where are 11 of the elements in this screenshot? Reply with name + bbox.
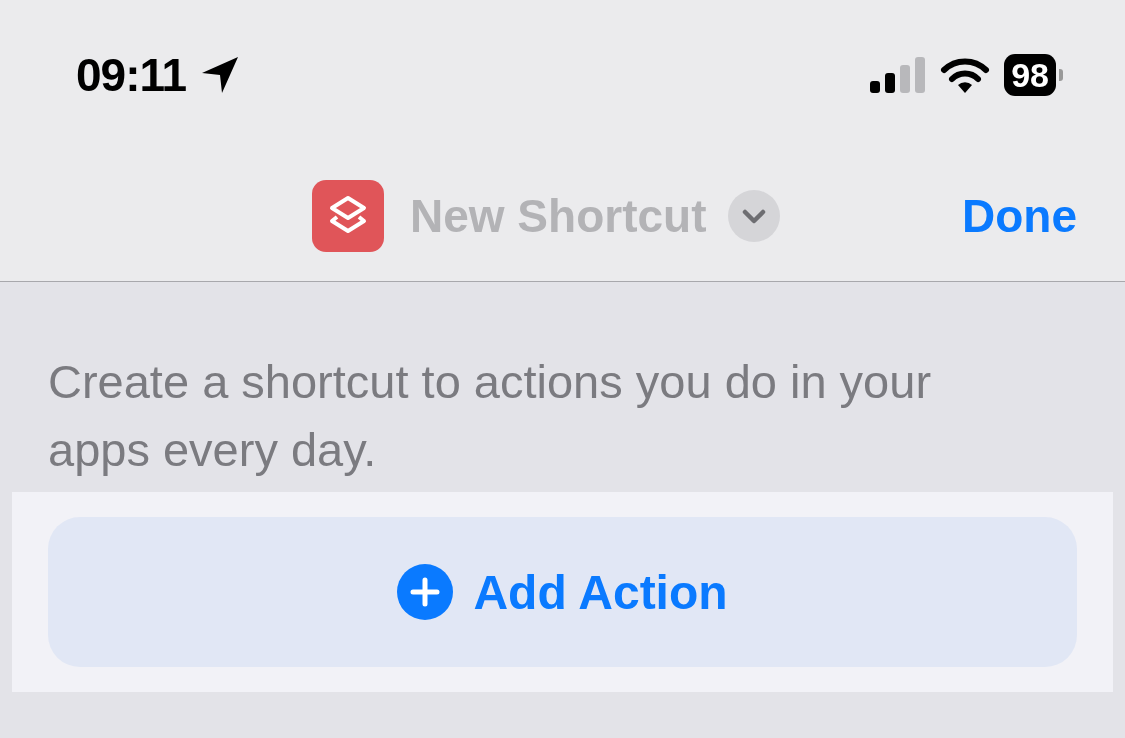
location-arrow-icon xyxy=(200,55,241,95)
description-text: Create a shortcut to actions you do in your apps every day. xyxy=(47,354,933,478)
shortcut-title[interactable]: New Shortcut xyxy=(410,188,707,243)
shortcuts-app-icon[interactable] xyxy=(312,179,384,252)
done-button[interactable]: Done xyxy=(962,188,1077,243)
signal-icon xyxy=(870,57,927,93)
status-time: 09:11 xyxy=(76,48,187,102)
wifi-icon xyxy=(940,57,991,93)
plus-icon xyxy=(397,564,454,620)
chevron-down-icon[interactable] xyxy=(728,189,781,242)
add-action-button[interactable]: Add Action xyxy=(48,517,1077,667)
